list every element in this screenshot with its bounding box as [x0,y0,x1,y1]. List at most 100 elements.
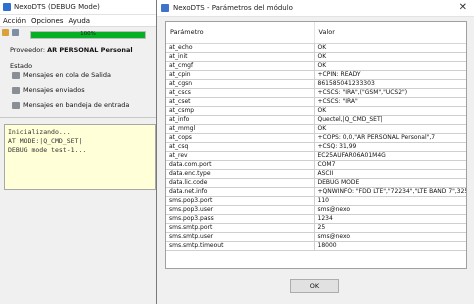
outbox-icon [12,71,20,79]
menu-bar: Acción Opciones Ayuda [0,15,160,27]
table-row[interactable]: sms.pop3.port 110 [166,196,466,206]
table-row[interactable]: at_csmp OK [166,106,466,116]
parameter-value-cell: +QNWINFO: "FDD LTE","72234","LTE BAND 7"… [313,187,466,197]
parameter-value-cell: sms@nexo [313,232,466,242]
table-row[interactable]: data.enc.type ASCII [166,169,466,179]
parameter-value-cell: 861585041233303 [313,79,466,89]
parameter-value-cell: OK [313,124,466,134]
parameter-value-cell: +COPS: 0,0,"AR PERSONAL Personal",7 [313,133,466,143]
table-row[interactable]: at_csq +CSQ: 31,99 [166,142,466,152]
parameter-name-cell: sms.pop3.pass [166,214,314,224]
parameter-value-cell: EC25AUFAR06A01M4G [313,151,466,161]
parameter-value-cell: +CSCS: "IRA",("GSM","UCS2") [313,88,466,98]
parameter-name-cell: data.lic.code [166,178,314,188]
column-header-valor[interactable]: Valor [313,22,466,44]
parameter-value-cell: Quectel,|Q_CMD_SET| [313,115,466,125]
parameter-value-cell: sms@nexo [313,205,466,215]
dialog-title: NexoDTS - Parámetros del módulo [173,4,293,12]
status-item-sent[interactable]: Mensajes enviados [12,86,85,94]
parameter-value-cell: COM7 [313,160,466,170]
parameter-name-cell: at_csmp [166,106,314,116]
table-row[interactable]: at_cpin +CPIN: READY [166,70,466,80]
status-item-label: Mensajes enviados [23,86,85,94]
parameter-name-cell: at_cgsn [166,79,314,89]
parameter-value-cell: 1234 [313,214,466,224]
table-row[interactable]: data.com.port COM7 [166,160,466,170]
status-item-outbox[interactable]: Mensajes en cola de Salida [12,71,111,79]
table-row[interactable]: sms.smtp.user sms@nexo [166,232,466,242]
parameter-name-cell: at_cset [166,97,314,107]
main-titlebar: NexoDTS (DEBUG Mode) [0,0,160,15]
table-row[interactable]: at_init OK [166,52,466,62]
table-row[interactable]: at_rev EC25AUFAR06A01M4G [166,151,466,161]
main-window: NexoDTS (DEBUG Mode) Acción Opciones Ayu… [0,0,160,304]
table-row[interactable]: sms.pop3.user sms@nexo [166,205,466,215]
dialog-titlebar: NexoDTS - Parámetros del módulo [157,0,474,17]
table-row[interactable]: data.lic.code DEBUG MODE [166,178,466,188]
table-row[interactable]: at_cmgf OK [166,61,466,71]
status-item-inbox[interactable]: Mensajes en bandeja de entrada [12,101,129,109]
parameter-value-cell: +CSQ: 31,99 [313,142,466,152]
table-row[interactable]: sms.smtp.timeout 18000 [166,241,466,251]
parameter-name-cell: sms.smtp.timeout [166,241,314,251]
parameter-name-cell: sms.smtp.user [166,232,314,242]
divider [0,117,160,118]
parameter-value-cell: DEBUG MODE [313,178,466,188]
sent-icon [12,86,20,94]
progress-label: 100% [80,31,96,37]
table-row[interactable]: at_cscs +CSCS: "IRA",("GSM","UCS2") [166,88,466,98]
menu-ayuda[interactable]: Ayuda [68,17,90,25]
status-item-label: Mensajes en bandeja de entrada [23,101,130,109]
ok-button[interactable]: OK [290,279,339,293]
parameter-name-cell: at_cscs [166,88,314,98]
parameter-value-cell: 110 [313,196,466,206]
parameter-value-cell: OK [313,52,466,62]
app-icon [3,3,11,11]
app-icon [161,4,169,12]
parameter-name-cell: at_cpin [166,70,314,80]
progress-bar: 100% [30,31,146,39]
table-row[interactable]: at_cgsn 861585041233303 [166,79,466,89]
parameter-name-cell: at_cmgf [166,61,314,71]
parameter-name-cell: at_rev [166,151,314,161]
close-icon[interactable]: ✕ [459,2,467,14]
table-row[interactable]: sms.pop3.pass 1234 [166,214,466,224]
settings-icon[interactable] [12,29,19,36]
parameter-name-cell: data.com.port [166,160,314,170]
parameter-name-cell: sms.smtp.port [166,223,314,233]
table-row[interactable]: at_cops +COPS: 0,0,"AR PERSONAL Personal"… [166,133,466,143]
provider-row: Proveedor: AR PERSONAL Personal [10,46,133,54]
parameter-value-cell: 18000 [313,241,466,251]
table-row[interactable]: at_echo OK [166,43,466,53]
parameter-name-cell: data.net.info [166,187,314,197]
provider-value: AR PERSONAL Personal [47,46,133,54]
parameter-name-cell: at_csq [166,142,314,152]
column-header-parametro[interactable]: Parámetro [166,22,314,44]
menu-accion[interactable]: Acción [3,17,26,25]
parameter-value-cell: +CPIN: READY [313,70,466,80]
parameter-name-cell: at_init [166,52,314,62]
parameter-name-cell: at_mmgl [166,124,314,134]
parameter-value-cell: OK [313,106,466,116]
parameter-value-cell: ASCII [313,169,466,179]
status-item-label: Mensajes en cola de Salida [23,71,111,79]
parameter-name-cell: at_info [166,115,314,125]
parameters-grid[interactable]: Parámetro Valor at_echo OK at_init OK at_cmg… [165,21,467,269]
table-row[interactable]: sms.smtp.port 25 [166,223,466,233]
parameter-name-cell: at_echo [166,43,314,53]
parameter-value-cell: 25 [313,223,466,233]
main-window-title: NexoDTS (DEBUG Mode) [14,3,100,11]
debug-console[interactable]: Inicializando... AT MODE:|Q_CMD_SET| DEB… [4,124,156,190]
table-row[interactable]: data.net.info +QNWINFO: "FDD LTE","72234"… [166,187,466,197]
parameter-name-cell: sms.pop3.user [166,205,314,215]
menu-opciones[interactable]: Opciones [31,17,63,25]
module-parameters-dialog: NexoDTS - Parámetros del módulo ✕ Paráme… [156,0,474,304]
table-row[interactable]: at_cset +CSCS: "IRA" [166,97,466,107]
table-row[interactable]: at_mmgl OK [166,124,466,134]
estado-label: Estado [10,62,33,70]
table-row[interactable]: at_info Quectel,|Q_CMD_SET| [166,115,466,125]
connect-icon[interactable] [2,29,9,36]
parameter-name-cell: at_cops [166,133,314,143]
parameter-value-cell: +CSCS: "IRA" [313,97,466,107]
parameter-value-cell: OK [313,61,466,71]
